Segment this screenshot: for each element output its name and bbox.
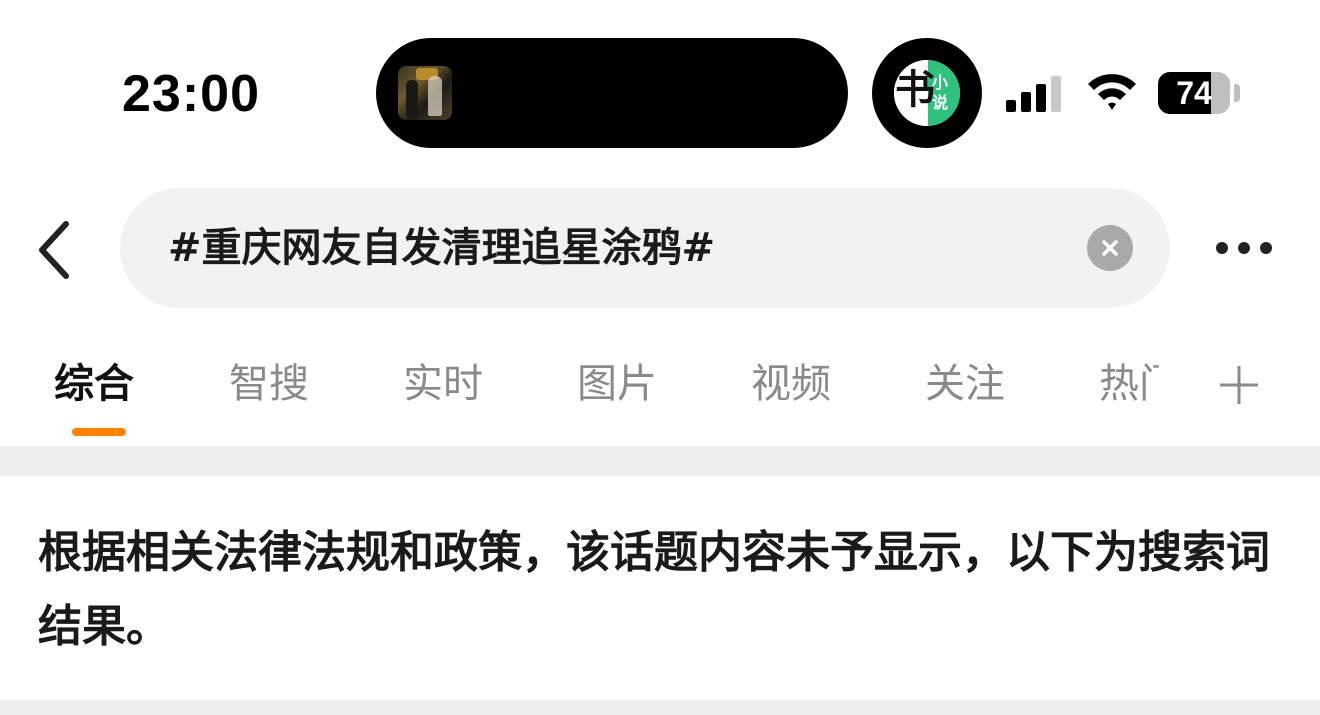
search-tabs: 综合 智搜 实时 图片 视频 关注 热门 [0,340,1320,446]
search-bar[interactable]: #重庆网友自发清理追星涂鸦# [120,188,1170,308]
battery-percent: 74 [1176,75,1212,111]
more-dot [1238,242,1250,254]
add-tab-button[interactable] [1214,360,1264,410]
tab-smart-search[interactable]: 智搜 [229,354,309,414]
status-bar: 23:00 书 小 说 74 [0,0,1320,160]
battery-tip [1234,84,1240,102]
battery-icon: 74 [1158,72,1230,114]
tab-images[interactable]: 图片 [577,354,657,414]
dynamic-island[interactable] [376,38,848,148]
clear-search-button[interactable] [1087,225,1133,271]
page: 23:00 书 小 说 74 #重庆网友自发清理追星涂鸦# 综合 智搜 实时 图… [0,0,1320,715]
plus-icon [1220,366,1258,404]
tab-videos[interactable]: 视频 [751,354,831,414]
live-activity-bubble[interactable]: 书 小 说 [872,38,982,148]
more-dot [1216,242,1228,254]
tab-realtime[interactable]: 实时 [403,354,483,414]
app-icon-char: 说 [932,93,949,112]
active-tab-indicator [72,428,126,436]
section-divider [0,700,1320,715]
wifi-icon [1088,74,1136,110]
search-input[interactable]: #重庆网友自发清理追星涂鸦# [168,218,1068,278]
status-time: 23:00 [122,65,260,123]
back-button[interactable] [22,212,86,288]
more-options-button[interactable] [1204,228,1284,268]
chevron-left-icon [39,221,69,279]
novel-app-icon[interactable]: 书 小 说 [894,60,960,126]
more-dot [1260,242,1272,254]
cellular-signal-icon [1006,76,1066,112]
tab-fade [1150,340,1210,430]
tab-following[interactable]: 关注 [925,354,1005,414]
censorship-notice: 根据相关法律法规和政策，该话题内容未予显示，以下为搜索词结果。 [38,527,1270,652]
tab-comprehensive[interactable]: 综合 [54,354,134,414]
section-divider [0,446,1320,476]
app-icon-char: 小 [932,73,949,92]
clear-icon [1102,240,1118,256]
app-icon-char: 书 [895,66,935,113]
now-playing-artwork-icon[interactable] [398,66,452,120]
